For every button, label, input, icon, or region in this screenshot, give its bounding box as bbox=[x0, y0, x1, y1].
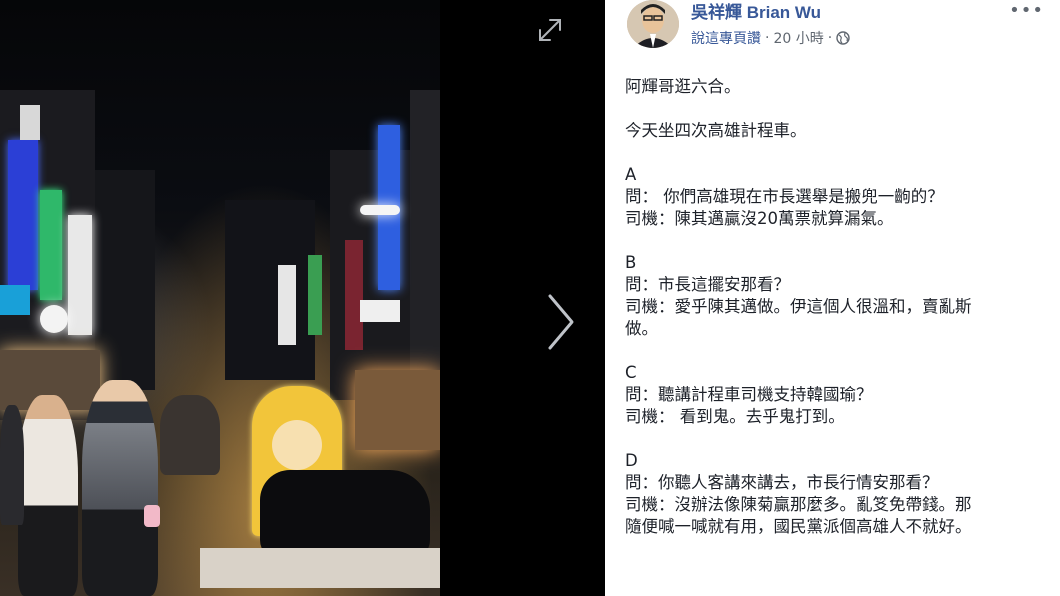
author-photo bbox=[627, 0, 679, 48]
post-line: 司機：沒辦法像陳菊贏那麼多。亂笅免帶錢。那 bbox=[625, 495, 972, 514]
green-sign-center bbox=[308, 255, 322, 335]
chevron-right-icon bbox=[548, 294, 574, 350]
blue-sign-left bbox=[8, 140, 38, 290]
post-blank-line bbox=[625, 340, 1045, 362]
crowd-center bbox=[160, 395, 220, 475]
white-sign-left bbox=[68, 215, 92, 335]
post-blank-line bbox=[625, 98, 1045, 120]
post-blank-line bbox=[625, 230, 1045, 252]
stall-lights bbox=[355, 370, 440, 450]
post-line: 阿輝哥逛六合。 bbox=[625, 77, 741, 96]
post-meta: 說這專頁讚 · 20 小時 · bbox=[691, 28, 850, 48]
night-market-photo[interactable] bbox=[0, 0, 440, 596]
next-photo-button[interactable] bbox=[540, 290, 580, 354]
building-right-2 bbox=[410, 90, 440, 410]
post-line: 問：你聽人客講來講去，市長行情安那看？ bbox=[625, 473, 939, 492]
post-line: D bbox=[625, 451, 638, 470]
building-center bbox=[225, 200, 315, 380]
post-line: 司機：愛乎陳其邁做。伊這個人很溫和，賣亂斯 bbox=[625, 297, 972, 316]
post-line: 做。 bbox=[625, 319, 658, 338]
person-left-edge bbox=[0, 405, 24, 525]
street-lamp bbox=[360, 205, 400, 215]
white-tower-sign bbox=[20, 105, 40, 140]
post-line: C bbox=[625, 363, 637, 382]
expand-arrows-icon bbox=[539, 19, 561, 41]
post-line: 司機： 看到鬼。去乎鬼打到。 bbox=[625, 407, 845, 426]
scooter bbox=[260, 470, 430, 560]
green-sign-left bbox=[40, 190, 62, 300]
post-line: A bbox=[625, 165, 637, 184]
post-blank-line bbox=[625, 428, 1045, 450]
post-panel: 吳祥輝 Brian Wu 說這專頁讚 · 20 小時 · ••• 阿輝哥逛六合。… bbox=[605, 0, 1060, 596]
red-sign-right bbox=[345, 240, 363, 350]
post-line: 問： 你們高雄現在市長選舉是搬兜一齣的？ bbox=[625, 187, 944, 206]
more-options-button[interactable]: ••• bbox=[1009, 0, 1044, 21]
building-left-2 bbox=[95, 170, 155, 390]
bench bbox=[200, 548, 440, 588]
via-page-link[interactable]: 說這專頁讚 bbox=[691, 28, 761, 48]
post-time[interactable]: 20 小時 bbox=[773, 28, 823, 48]
expand-icon[interactable] bbox=[536, 16, 564, 44]
post-line: 問：市長這擺安那看？ bbox=[625, 275, 790, 294]
post-body: 阿輝哥逛六合。今天坐四次高雄計程車。 A 問： 你們高雄現在市長選舉是搬兜一齣的？ 司… bbox=[625, 76, 1045, 538]
person-white-shirt bbox=[18, 395, 78, 596]
person-striped-shirt bbox=[82, 380, 158, 596]
post-line: 今天坐四次高雄計程車。 bbox=[625, 121, 807, 140]
lantern bbox=[40, 305, 68, 333]
post-blank-line bbox=[625, 142, 1045, 164]
meta-separator-2: · bbox=[827, 30, 833, 46]
globe-icon[interactable] bbox=[836, 31, 850, 45]
post-line: 司機：陳其邁贏沒20萬票就算漏氣。 bbox=[625, 209, 894, 228]
white-sign-right bbox=[360, 300, 400, 322]
post-line: 隨便喊一喊就有用，國民黨派個高雄人不就好。 bbox=[625, 517, 972, 536]
author-name[interactable]: 吳祥輝 Brian Wu bbox=[691, 0, 821, 23]
white-sign-center bbox=[278, 265, 296, 345]
post-line: 問：聽講計程車司機支持韓國瑜？ bbox=[625, 385, 873, 404]
post-line: B bbox=[625, 253, 637, 272]
pink-bag bbox=[144, 505, 160, 527]
author-avatar[interactable] bbox=[627, 0, 679, 48]
photo-viewer bbox=[0, 0, 605, 596]
cyan-sign-left bbox=[0, 285, 30, 315]
mascot-face bbox=[272, 420, 322, 470]
meta-separator: · bbox=[765, 30, 770, 46]
